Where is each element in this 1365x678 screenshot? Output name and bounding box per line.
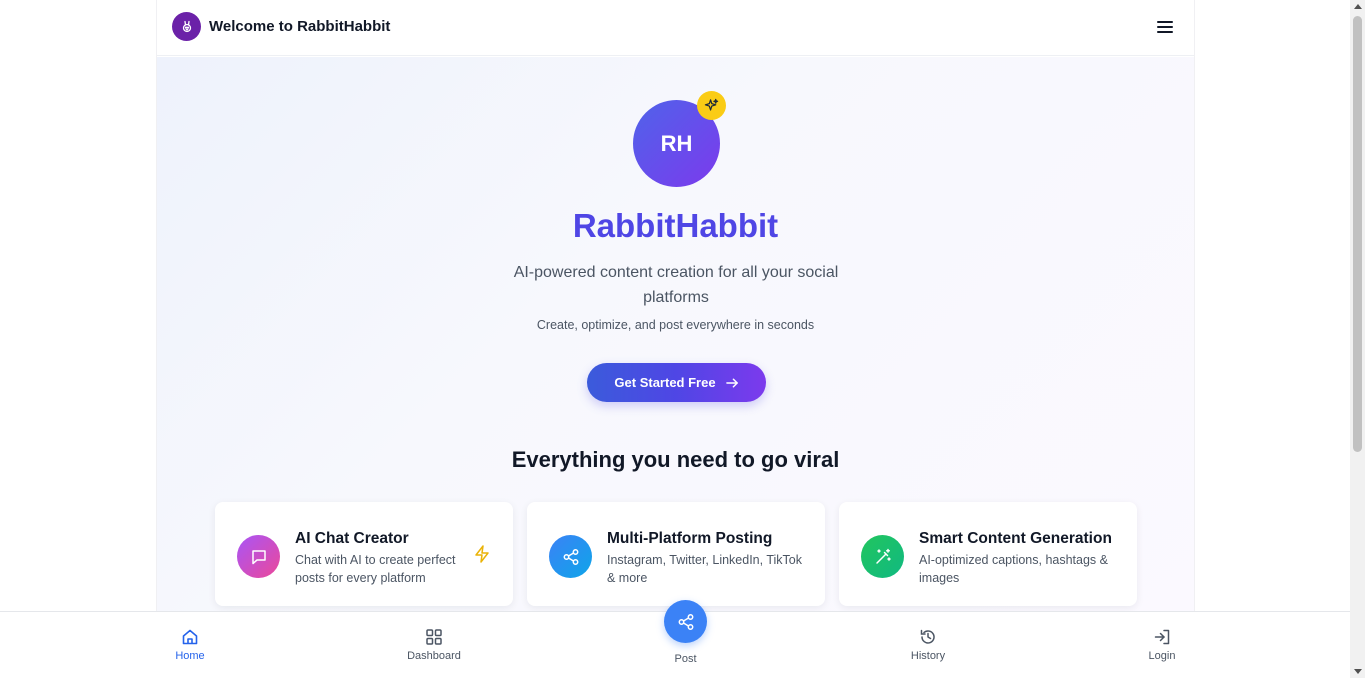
feature-description: Instagram, Twitter, LinkedIn, TikTok & m… [607,553,802,585]
top-bar: Welcome to RabbitHabbit [157,0,1194,56]
login-icon [1152,627,1172,647]
nav-label: History [910,650,946,662]
feature-title: Multi-Platform Posting [607,530,773,547]
feature-card-multi-platform[interactable]: Multi-Platform Posting Instagram, Twitte… [527,502,825,606]
nav-post-label[interactable]: Post [664,653,707,665]
hero-tagline: AI-powered content creation for all your… [513,264,839,306]
feature-title: Smart Content Generation [919,530,1112,547]
get-started-label: Get Started Free [614,375,716,390]
scrollbar[interactable] [1350,0,1365,678]
magic-wand-icon [861,535,904,578]
post-button[interactable] [664,600,707,643]
arrow-right-icon [725,378,738,387]
share-icon [549,535,592,578]
nav-label: Home [175,650,205,662]
scrollbar-thumb[interactable] [1353,16,1362,452]
get-started-button[interactable]: Get Started Free [587,363,766,402]
brand-title: RabbitHabbit [572,207,779,244]
app-shell: Welcome to RabbitHabbit RH RabbitHabbit [156,0,1195,678]
hero-subline: Create, optimize, and post everywhere in… [536,318,815,332]
features-title: Everything you need to go viral [511,447,840,472]
nav-label: Login [1148,650,1176,662]
nav-label: Dashboard [407,650,461,662]
scroll-down-icon[interactable] [1354,669,1362,674]
rabbit-logo-icon [172,12,201,41]
feature-description: Chat with AI to create perfect posts for… [295,553,456,585]
hamburger-menu-icon[interactable] [1154,17,1176,37]
sparkles-icon [697,91,726,120]
feature-card-ai-chat[interactable]: AI Chat Creator Chat with AI to create p… [215,502,513,606]
feature-card-smart-content[interactable]: Smart Content Generation AI-optimized ca… [839,502,1137,606]
share-icon [678,613,693,630]
home-icon [180,627,200,647]
bottom-nav: Home Dashboard Post History Login [0,600,1350,678]
grid-icon [424,627,444,647]
nav-history[interactable]: History [903,612,953,678]
nav-dashboard[interactable]: Dashboard [399,612,469,678]
page: Welcome to RabbitHabbit RH RabbitHabbit [0,0,1365,678]
feature-description: AI-optimized captions, hashtags & images [919,553,1108,585]
feature-title: AI Chat Creator [295,530,409,547]
chat-bubble-icon [237,535,280,578]
nav-login[interactable]: Login [1142,612,1182,678]
avatar-initials: RH [660,130,693,156]
hero-section: RH RabbitHabbit AI-powered content creat… [157,57,1194,617]
scroll-up-icon[interactable] [1354,4,1362,9]
bolt-icon [474,545,490,568]
app-title: Welcome to RabbitHabbit [209,18,391,35]
nav-home[interactable]: Home [164,612,216,678]
history-icon [918,627,938,647]
